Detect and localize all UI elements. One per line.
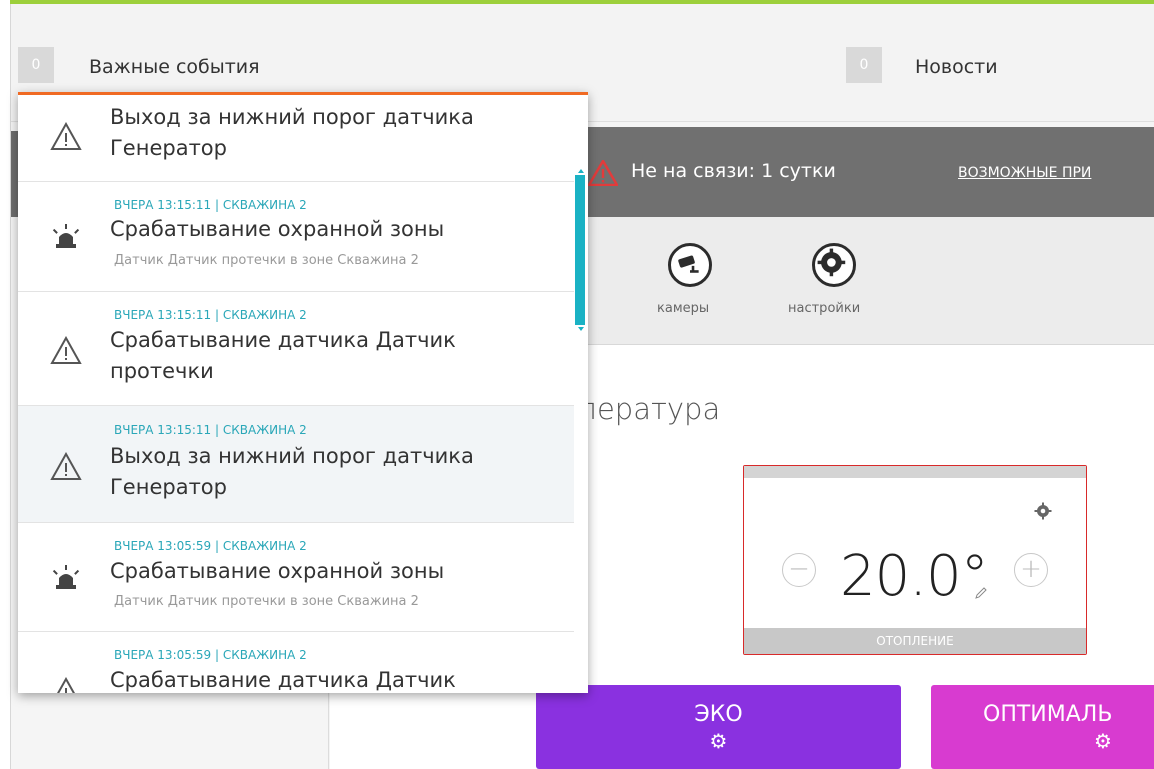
event-title: Срабатывание датчика Датчик протечки <box>110 328 456 383</box>
mode-button-eco-label: ЭКО <box>694 702 743 727</box>
event-subtitle: Датчик Датчик протечки в зоне Скважина 2 <box>114 594 419 609</box>
event-item[interactable]: ВЧЕРА 13:15:11 | СКВАЖИНА 2 Выход за ниж… <box>18 406 574 523</box>
event-item[interactable]: ВЧЕРА 13:15:11 | СКВАЖИНА 2 Срабатывание… <box>18 182 574 292</box>
pencil-icon[interactable] <box>974 586 988 600</box>
gear-icon[interactable]: ⚙ <box>536 729 901 753</box>
event-meta: ВЧЕРА 13:15:11 | СКВАЖИНА 2 <box>114 423 307 437</box>
thermostat-mode-label: ОТОПЛЕНИЕ <box>744 628 1086 654</box>
event-title: Выход за нижний порог датчика Генератор <box>110 444 474 499</box>
event-title: Срабатывание датчика Датчик <box>110 668 456 692</box>
event-item[interactable]: ВЧЕРА 13:05:59 | СКВАЖИНА 2 Срабатывание… <box>18 632 574 693</box>
news-count-badge[interactable]: 0 <box>846 47 882 83</box>
mode-button-eco[interactable]: ЭКО ⚙ <box>536 685 901 769</box>
event-item[interactable]: Выход за нижний порог датчика Генератор <box>18 95 574 182</box>
warning-icon <box>50 452 82 480</box>
events-dropdown[interactable]: Выход за нижний порог датчика Генератор … <box>18 92 588 693</box>
event-subtitle: Датчик Датчик протечки в зоне Скважина 2 <box>114 253 419 268</box>
offline-status-text: Не на связи: 1 сутки <box>631 160 836 182</box>
warning-icon <box>50 336 82 364</box>
gear-icon[interactable]: ⚙ <box>931 729 1154 753</box>
alarm-light-icon <box>52 565 80 589</box>
event-item[interactable]: ВЧЕРА 13:05:59 | СКВАЖИНА 2 Срабатывание… <box>18 523 574 632</box>
gear-icon[interactable] <box>1034 502 1052 520</box>
warning-icon <box>57 677 75 693</box>
event-meta: ВЧЕРА 13:15:11 | СКВАЖИНА 2 <box>114 198 307 212</box>
thermostat-card-header <box>744 466 1086 478</box>
tool-label-settings[interactable]: настройки <box>788 301 860 316</box>
dropdown-scrollbar[interactable] <box>575 169 585 331</box>
events-tab-label[interactable]: Важные события <box>89 56 260 78</box>
event-title: Выход за нижний порог датчика Генератор <box>110 105 474 160</box>
event-meta: ВЧЕРА 13:05:59 | СКВАЖИНА 2 <box>114 648 307 662</box>
tool-label-cameras[interactable]: камеры <box>657 301 709 316</box>
gear-icon[interactable] <box>812 243 856 287</box>
camera-icon[interactable] <box>668 243 712 287</box>
warning-icon <box>588 160 618 186</box>
event-title: Срабатывание охранной зоны <box>110 217 445 241</box>
event-item[interactable]: ВЧЕРА 13:15:11 | СКВАЖИНА 2 Срабатывание… <box>18 292 574 406</box>
temperature-section-title: пература <box>578 392 721 426</box>
temperature-value: 20.0° <box>840 544 989 609</box>
events-count-badge[interactable]: 0 <box>18 47 54 83</box>
mode-button-optimal-label: ОПТИМАЛЬ <box>983 702 1113 727</box>
possible-causes-link[interactable]: ВОЗМОЖНЫЕ ПРИ <box>958 165 1091 181</box>
event-title: Срабатывание охранной зоны <box>110 559 445 583</box>
event-meta: ВЧЕРА 13:15:11 | СКВАЖИНА 2 <box>114 308 307 322</box>
mode-button-optimal[interactable]: ОПТИМАЛЬ ⚙ <box>931 685 1154 769</box>
event-meta: ВЧЕРА 13:05:59 | СКВАЖИНА 2 <box>114 539 307 553</box>
news-tab-label[interactable]: Новости <box>915 56 998 78</box>
thermostat-card[interactable]: − 20.0° + ОТОПЛЕНИЕ <box>743 465 1087 655</box>
increase-temperature-button[interactable]: + <box>1014 553 1048 587</box>
warning-icon <box>50 122 82 150</box>
alarm-light-icon <box>52 224 80 248</box>
decrease-temperature-button[interactable]: − <box>782 553 816 587</box>
